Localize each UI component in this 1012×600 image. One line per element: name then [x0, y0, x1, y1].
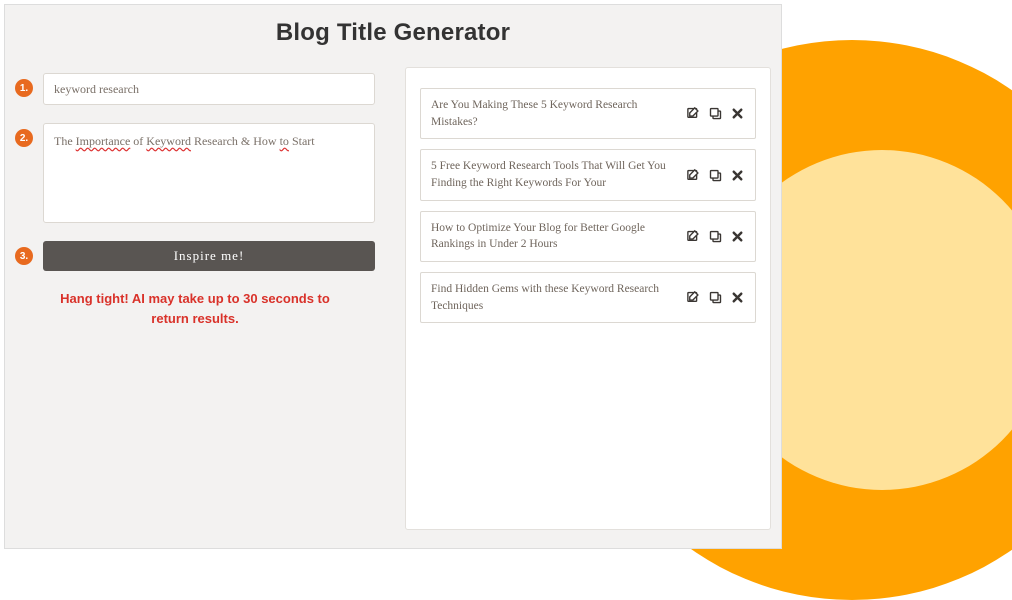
close-icon[interactable] — [729, 167, 745, 183]
close-icon[interactable] — [729, 228, 745, 244]
sample-underline: Keyword — [146, 134, 191, 148]
keyword-input[interactable] — [43, 73, 375, 105]
sample-text: Research & How — [191, 134, 280, 148]
results-panel: Are You Making These 5 Keyword Research … — [405, 67, 771, 530]
copy-icon[interactable] — [707, 106, 723, 122]
close-icon[interactable] — [729, 290, 745, 306]
sample-title-content: The Importance of Keyword Research & How… — [54, 134, 315, 148]
result-text: Are You Making These 5 Keyword Research … — [431, 97, 677, 130]
page-title: Blog Title Generator — [5, 19, 781, 47]
result-card: Are You Making These 5 Keyword Research … — [420, 88, 756, 139]
inspire-button[interactable]: Inspire me! — [43, 241, 375, 271]
sample-underline: Importance — [76, 134, 131, 148]
step-badge-2: 2. — [15, 129, 33, 147]
sample-underline: to — [280, 134, 289, 148]
main-columns: 1. 2. The Importance of Keyword Research… — [5, 47, 781, 540]
result-text: 5 Free Keyword Research Tools That Will … — [431, 158, 677, 191]
edit-icon[interactable] — [685, 290, 701, 306]
status-message: Hang tight! AI may take up to 30 seconds… — [15, 289, 375, 328]
result-card: Find Hidden Gems with these Keyword Rese… — [420, 272, 756, 323]
edit-icon[interactable] — [685, 228, 701, 244]
sample-text: The — [54, 134, 76, 148]
edit-icon[interactable] — [685, 106, 701, 122]
left-column: 1. 2. The Importance of Keyword Research… — [15, 67, 375, 530]
copy-icon[interactable] — [707, 290, 723, 306]
result-actions — [685, 106, 745, 122]
edit-icon[interactable] — [685, 167, 701, 183]
close-icon[interactable] — [729, 106, 745, 122]
result-card: How to Optimize Your Blog for Better Goo… — [420, 211, 756, 262]
result-card: 5 Free Keyword Research Tools That Will … — [420, 149, 756, 200]
step-badge-1: 1. — [15, 79, 33, 97]
result-actions — [685, 167, 745, 183]
step-2: 2. The Importance of Keyword Research & … — [15, 123, 375, 223]
step-3: 3. Inspire me! — [15, 241, 375, 271]
result-text: How to Optimize Your Blog for Better Goo… — [431, 220, 677, 253]
step-1: 1. — [15, 73, 375, 105]
sample-title-textarea[interactable]: The Importance of Keyword Research & How… — [43, 123, 375, 223]
sample-text: Start — [289, 134, 315, 148]
app-frame: Blog Title Generator 1. 2. The Importanc… — [4, 4, 782, 549]
result-text: Find Hidden Gems with these Keyword Rese… — [431, 281, 677, 314]
result-actions — [685, 290, 745, 306]
result-actions — [685, 228, 745, 244]
sample-text: of — [130, 134, 146, 148]
step-badge-3: 3. — [15, 247, 33, 265]
copy-icon[interactable] — [707, 167, 723, 183]
copy-icon[interactable] — [707, 228, 723, 244]
